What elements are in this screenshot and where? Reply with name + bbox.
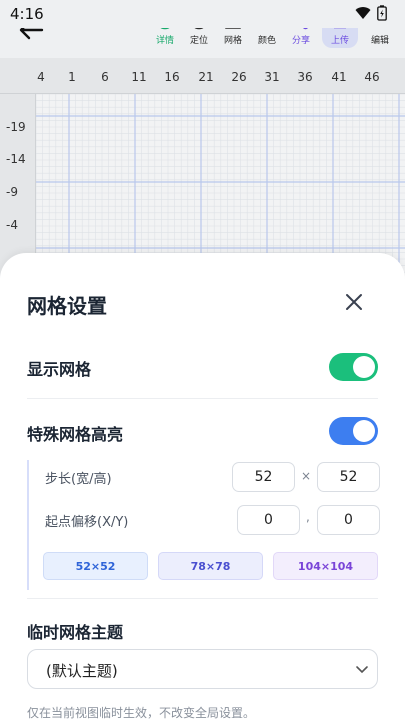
ruler-x-tick: 4 (37, 70, 45, 84)
ruler-x-tick: 41 (331, 70, 347, 84)
step-label: 步长(宽/高) (45, 472, 112, 487)
theme-hint: 仅在当前视图临时生效，不改变全局设置。 (27, 706, 256, 720)
upload-tool-label: 上传 (330, 36, 349, 46)
horizontal-ruler: 4 1 6 11 16 21 26 31 36 41 46 (0, 58, 405, 94)
vertical-ruler: -19 -14 -9 -4 (0, 94, 36, 278)
ruler-y-tick: -19 (6, 120, 26, 134)
offset-label: 起点偏移(X/Y) (45, 515, 129, 530)
theme-select[interactable]: (默认主题) (27, 649, 378, 689)
details-tool-label: 详情 (155, 36, 174, 46)
ruler-y-tick: -9 (6, 185, 18, 199)
ruler-x-tick: 6 (101, 70, 109, 84)
show-grid-label: 显示网格 (27, 360, 92, 379)
ruler-x-tick: 16 (164, 70, 180, 84)
theme-label: 临时网格主题 (27, 623, 124, 642)
preset-104-button[interactable]: 104×104 (273, 552, 378, 580)
sheet-title: 网格设置 (27, 294, 107, 318)
theme-select-value: (默认主题) (46, 662, 118, 680)
divider (27, 398, 378, 399)
status-icons (355, 5, 387, 21)
grid-settings-sheet: 网格设置 显示网格 特殊网格高亮 步长(宽/高) 52 × 52 起点偏移(X/… (0, 253, 405, 720)
ruler-x-tick: 11 (131, 70, 147, 84)
ruler-y-tick: -14 (6, 152, 26, 166)
ruler-x-tick: 21 (198, 70, 214, 84)
wifi-icon (355, 6, 371, 19)
edit-tool-label: 编辑 (370, 36, 389, 46)
locate-tool-label: 定位 (189, 36, 208, 46)
divider (27, 598, 378, 599)
status-time: 4:16 (10, 5, 44, 23)
chevron-down-icon (356, 666, 368, 674)
ruler-x-tick: 36 (297, 70, 313, 84)
ruler-x-tick: 31 (264, 70, 280, 84)
highlight-grid-label: 特殊网格高亮 (27, 425, 124, 444)
canvas-grid (36, 94, 405, 278)
battery-icon (377, 5, 387, 21)
step-separator: × (301, 469, 312, 483)
show-grid-toggle[interactable] (329, 353, 378, 381)
drawing-canvas[interactable]: 4 1 6 11 16 21 26 31 36 41 46 -19 -14 -9 -4 (0, 58, 405, 278)
ruler-y-tick: -4 (6, 218, 18, 232)
toggle-knob (353, 420, 375, 442)
preset-78-button[interactable]: 78×78 (158, 552, 263, 580)
offset-separator: , (306, 510, 310, 524)
step-width-input[interactable]: 52 (232, 462, 295, 492)
ruler-x-tick: 26 (231, 70, 247, 84)
ruler-x-tick: 1 (68, 70, 76, 84)
grid-tool-label: 网格 (223, 36, 242, 46)
color-tool-label: 颜色 (257, 36, 276, 46)
toggle-knob (353, 356, 375, 378)
step-height-input[interactable]: 52 (317, 462, 380, 492)
status-bar: 4:16 (0, 0, 405, 28)
highlight-grid-toggle[interactable] (329, 417, 378, 445)
share-tool-label: 分享 (291, 36, 310, 46)
preset-52-button[interactable]: 52×52 (43, 552, 148, 580)
close-icon[interactable] (343, 291, 365, 313)
highlight-settings-block: 步长(宽/高) 52 × 52 起点偏移(X/Y) 0 , 0 52×52 78… (27, 460, 380, 590)
offset-x-input[interactable]: 0 (237, 505, 300, 535)
ruler-x-tick: 46 (364, 70, 380, 84)
offset-y-input[interactable]: 0 (317, 505, 380, 535)
